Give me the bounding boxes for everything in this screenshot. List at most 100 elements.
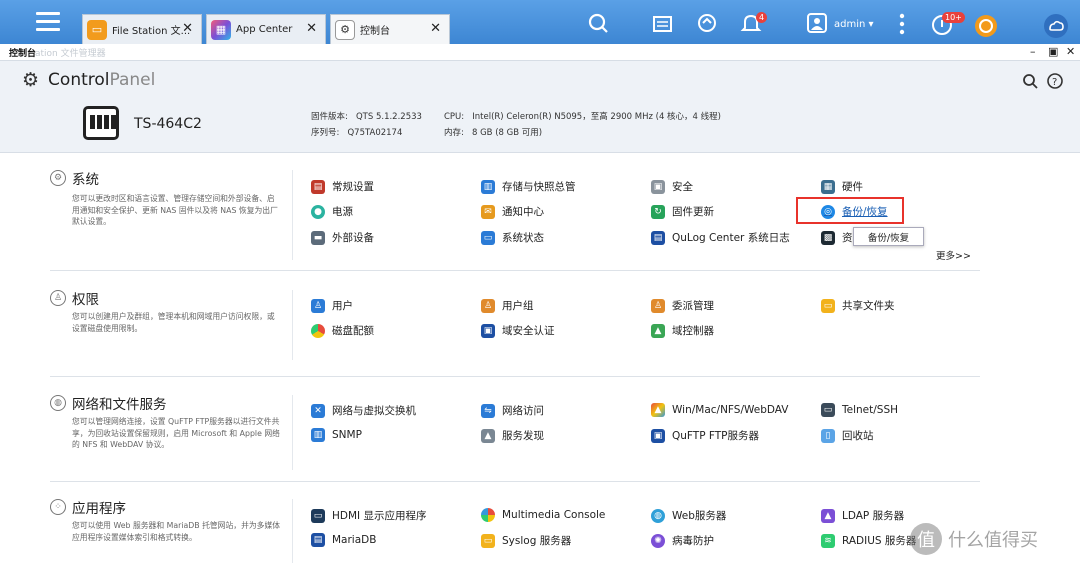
section-system: ⚙ 系统 bbox=[50, 168, 99, 188]
app-grid-icon: ▦ bbox=[211, 19, 231, 40]
item-storage[interactable]: ▥ 存储与快照总管 bbox=[481, 179, 576, 194]
item-network-switch[interactable]: ✕ 网络与虚拟交换机 bbox=[311, 403, 416, 418]
close-window-icon[interactable]: ✕ bbox=[1066, 45, 1075, 58]
item-users[interactable]: ♙ 用户 bbox=[311, 298, 353, 313]
recycle-bin-icon: ▯ bbox=[821, 428, 835, 443]
item-qulog[interactable]: ▤ QuLog Center 系统日志 bbox=[651, 230, 790, 245]
gear-icon: ⚙ bbox=[335, 19, 355, 40]
section-divider bbox=[50, 376, 980, 377]
item-quftp[interactable]: ▣ QuFTP FTP服务器 bbox=[651, 428, 759, 443]
monitor-icon: ▭ bbox=[481, 230, 495, 245]
item-hardware[interactable]: ▦ 硬件 bbox=[821, 179, 863, 194]
item-network-access[interactable]: ⇋ 网络访问 bbox=[481, 403, 544, 418]
item-ldap[interactable]: ▲ LDAP 服务器 bbox=[821, 508, 904, 523]
item-mariadb[interactable]: ▤ MariaDB bbox=[311, 533, 376, 547]
user-menu[interactable]: admin ▾ bbox=[834, 19, 874, 30]
item-domain-controller[interactable]: ▲ 域控制器 bbox=[651, 323, 714, 338]
item-radius[interactable]: ≋ RADIUS 服务器 bbox=[821, 533, 916, 548]
search-icon[interactable] bbox=[587, 12, 609, 34]
item-multimedia-console[interactable]: Multimedia Console bbox=[481, 508, 605, 522]
item-label: 域控制器 bbox=[672, 325, 714, 337]
log-icon: ▤ bbox=[651, 230, 665, 245]
item-domain-security[interactable]: ▣ 域安全认证 bbox=[481, 323, 555, 338]
quota-icon bbox=[311, 323, 325, 338]
search-icon[interactable] bbox=[1022, 73, 1038, 89]
item-label: 资 bbox=[842, 232, 853, 244]
media-icon[interactable] bbox=[652, 12, 674, 34]
item-label: 通知中心 bbox=[502, 206, 544, 218]
minimize-icon[interactable]: – bbox=[1030, 45, 1036, 58]
tab-app-center[interactable]: ▦ App Center ✕ bbox=[206, 14, 326, 44]
item-label: 服务发现 bbox=[502, 430, 544, 442]
item-win-mac-nfs[interactable]: ▲ Win/Mac/NFS/WebDAV bbox=[651, 403, 788, 417]
cpu-label: CPU: bbox=[444, 112, 465, 122]
item-recycle-bin[interactable]: ▯ 回收站 bbox=[821, 428, 874, 443]
item-external-devices[interactable]: ▬ 外部设备 bbox=[311, 230, 374, 245]
more-options-icon[interactable] bbox=[895, 12, 909, 36]
sync-icon[interactable] bbox=[696, 12, 718, 34]
item-label: 病毒防护 bbox=[672, 535, 714, 547]
item-user-groups[interactable]: ♙ 用户组 bbox=[481, 298, 534, 313]
item-power[interactable]: ● 电源 bbox=[311, 204, 353, 219]
item-delegated-admin[interactable]: ♙ 委派管理 bbox=[651, 298, 714, 313]
item-label: RADIUS 服务器 bbox=[842, 535, 917, 547]
domain-icon: ▣ bbox=[481, 323, 495, 338]
item-system-status[interactable]: ▭ 系统状态 bbox=[481, 230, 544, 245]
ftp-icon: ▣ bbox=[651, 428, 665, 443]
item-telnet-ssh[interactable]: ▭ Telnet/SSH bbox=[821, 403, 898, 417]
cloud-icon[interactable] bbox=[1043, 13, 1069, 39]
item-label: Multimedia Console bbox=[502, 509, 606, 521]
close-icon[interactable]: ✕ bbox=[306, 21, 317, 36]
fw-label: 固件版本: bbox=[311, 112, 348, 122]
user-icon[interactable] bbox=[806, 12, 828, 34]
item-quota[interactable]: 磁盘配额 bbox=[311, 323, 374, 338]
section-desc: 您可以创建用户及群组，管理本机和网域用户访问权限，或设置磁盘使用限制。 bbox=[72, 312, 275, 333]
tab-label: App Center bbox=[236, 24, 293, 35]
item-notification-center[interactable]: ✉ 通知中心 bbox=[481, 204, 544, 219]
svg-text:?: ? bbox=[1052, 77, 1057, 88]
item-label: 用户组 bbox=[502, 300, 534, 312]
discovery-icon: ▲ bbox=[481, 428, 495, 443]
update-badge: 10+ bbox=[942, 12, 965, 23]
title-control: Control bbox=[48, 70, 110, 90]
settings-icon: ▤ bbox=[311, 179, 325, 194]
item-label: 网络与虚拟交换机 bbox=[332, 405, 416, 417]
item-label: MariaDB bbox=[332, 534, 377, 546]
item-general-settings[interactable]: ▤ 常规设置 bbox=[311, 179, 374, 194]
firmware-icon: ↻ bbox=[651, 204, 665, 219]
antivirus-icon: ✺ bbox=[651, 533, 665, 548]
network-access-icon: ⇋ bbox=[481, 403, 495, 418]
maximize-icon[interactable]: ▣ bbox=[1048, 45, 1058, 58]
tab-file-station[interactable]: ▭ File Station 文... ✕ bbox=[82, 14, 202, 44]
apps-icon: ⁘ bbox=[50, 499, 66, 515]
syslog-icon: ▭ bbox=[481, 533, 495, 548]
item-security[interactable]: ▣ 安全 bbox=[651, 179, 693, 194]
item-label: Win/Mac/NFS/WebDAV bbox=[672, 404, 789, 416]
close-icon[interactable]: ✕ bbox=[430, 21, 441, 36]
item-resource[interactable]: ▩ 资 bbox=[821, 230, 853, 245]
item-snmp[interactable]: ▥ SNMP bbox=[311, 428, 362, 442]
watermark-text: 什么值得买 bbox=[948, 530, 1038, 551]
item-shared-folders[interactable]: ▭ 共享文件夹 bbox=[821, 298, 895, 313]
section-divider bbox=[50, 481, 980, 482]
section-desc: 您可以使用 Web 服务器和 MariaDB 托管网站，并为多媒体应用程序设置媒… bbox=[72, 521, 281, 542]
main-menu-icon[interactable] bbox=[36, 12, 60, 32]
help-icon[interactable]: ? bbox=[1047, 73, 1063, 89]
item-web-server[interactable]: ◍ Web服务器 bbox=[651, 508, 726, 523]
item-label: 域安全认证 bbox=[502, 325, 555, 337]
item-hdmi[interactable]: ▭ HDMI 显示应用程序 bbox=[311, 508, 426, 523]
item-antivirus[interactable]: ✺ 病毒防护 bbox=[651, 533, 714, 548]
watermark: 值 什么值得买 bbox=[910, 523, 1038, 555]
divider bbox=[292, 395, 293, 470]
item-service-discovery[interactable]: ▲ 服务发现 bbox=[481, 428, 544, 443]
hardware-icon: ▦ bbox=[821, 179, 835, 194]
item-label: 外部设备 bbox=[332, 232, 374, 244]
more-link[interactable]: 更多>> bbox=[936, 248, 971, 262]
close-icon[interactable]: ✕ bbox=[182, 21, 193, 36]
tab-control-panel[interactable]: ⚙ 控制台 ✕ bbox=[330, 14, 450, 44]
item-firmware-update[interactable]: ↻ 固件更新 bbox=[651, 204, 714, 219]
item-syslog[interactable]: ▭ Syslog 服务器 bbox=[481, 533, 571, 548]
mem-label: 内存: bbox=[444, 128, 464, 138]
dashboard-icon[interactable] bbox=[974, 14, 998, 38]
firmware-info: 固件版本: QTS 5.1.2.2533 序列号: Q75TA02174 bbox=[311, 109, 422, 141]
